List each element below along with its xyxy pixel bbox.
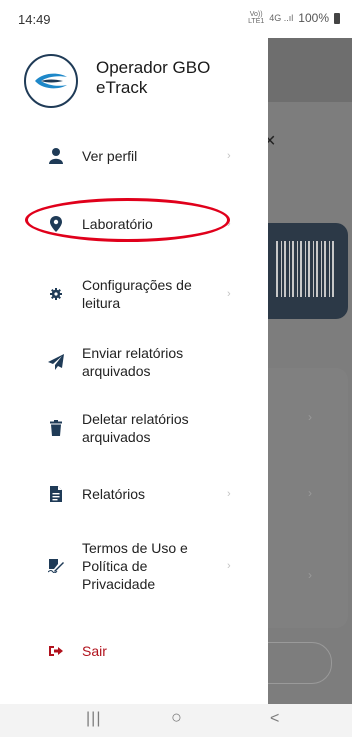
app-logo xyxy=(24,54,78,108)
chevron-right-icon: › xyxy=(308,568,312,582)
barcode-card xyxy=(268,223,348,319)
menu-item-label: Configurações de leitura xyxy=(82,277,192,311)
menu-item-label: Relatórios xyxy=(82,486,146,502)
chevron-right-icon: › xyxy=(308,410,312,424)
background-header xyxy=(268,38,352,102)
menu-item-label: Enviar relatórios arquivados xyxy=(82,345,184,379)
document-icon xyxy=(47,485,65,503)
menu-item-label: Termos de Uso e Política de Privacidade xyxy=(82,540,188,592)
status-icons: Vo)) LTE1 4G ..ıl 100% xyxy=(248,11,340,25)
menu-item-label: Sair xyxy=(82,643,107,659)
menu-item-termos-de-uso[interactable]: Termos de Uso e Política de Privacidade … xyxy=(0,538,268,594)
signature-icon xyxy=(47,557,65,575)
battery-icon xyxy=(334,12,340,24)
battery-level: 100% xyxy=(298,11,329,25)
user-name: Operador GBO eTrack xyxy=(96,58,211,97)
chevron-right-icon: › xyxy=(227,288,231,300)
recents-button[interactable]: ||| xyxy=(86,710,101,728)
chevron-right-icon: › xyxy=(227,488,231,500)
navigation-drawer: Operador GBO eTrack Ver perfil › Laborat… xyxy=(0,38,268,704)
menu-item-sair[interactable]: Sair xyxy=(0,638,268,664)
background-card: › › › xyxy=(268,368,348,628)
logout-icon xyxy=(47,642,65,660)
chevron-right-icon: › xyxy=(308,486,312,500)
background-app-scrim[interactable]: × › › › xyxy=(248,38,352,704)
status-time: 14:49 xyxy=(18,12,51,27)
gear-icon xyxy=(47,285,65,303)
status-bar: 14:49 Vo)) LTE1 4G ..ıl 100% xyxy=(0,0,352,38)
menu-item-configuracoes-leitura[interactable]: Configurações de leitura › xyxy=(0,274,268,314)
menu-item-ver-perfil[interactable]: Ver perfil › xyxy=(0,143,268,169)
send-icon xyxy=(47,353,65,371)
chevron-right-icon: › xyxy=(227,150,231,162)
back-button[interactable]: < xyxy=(270,710,279,728)
menu-item-relatorios[interactable]: Relatórios › xyxy=(0,481,268,507)
person-icon xyxy=(47,147,65,165)
volte-icon: Vo)) LTE1 xyxy=(248,11,265,25)
menu-item-label: Deletar relatórios arquivados xyxy=(82,411,189,445)
home-button[interactable]: ○ xyxy=(171,707,182,728)
chevron-right-icon: › xyxy=(227,560,231,572)
trash-icon xyxy=(47,419,65,437)
menu-item-enviar-relatorios[interactable]: Enviar relatórios arquivados xyxy=(0,342,268,382)
signal-icon: 4G ..ıl xyxy=(269,13,294,23)
highlight-annotation xyxy=(25,198,230,242)
menu-item-label: Ver perfil xyxy=(82,148,138,164)
etrack-logo-icon xyxy=(35,73,67,89)
barcode-icon xyxy=(276,241,336,297)
menu-item-deletar-relatorios[interactable]: Deletar relatórios arquivados xyxy=(0,408,268,448)
system-navigation-bar: ||| ○ < xyxy=(0,704,352,737)
